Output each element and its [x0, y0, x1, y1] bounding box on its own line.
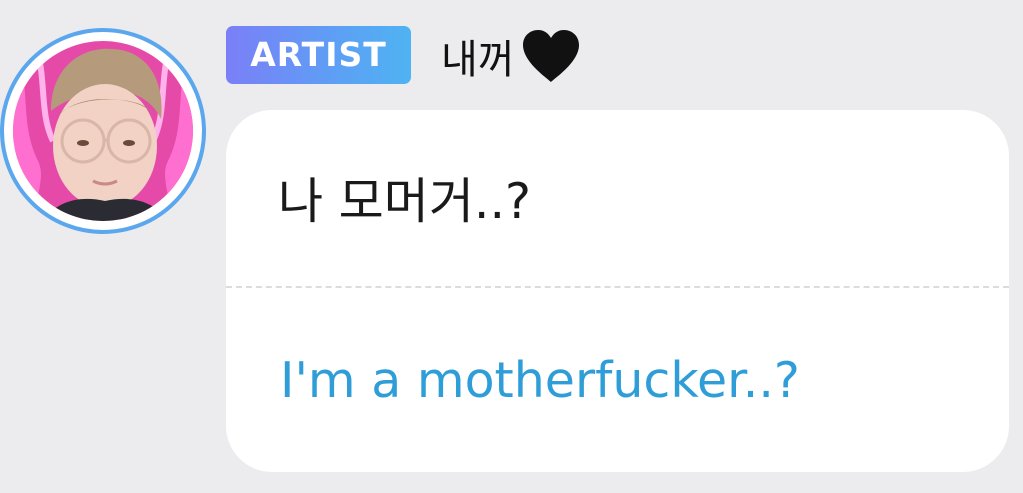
artist-badge: ARTIST	[226, 26, 411, 84]
avatar	[13, 41, 193, 221]
original-message: 나 모머거..?	[278, 173, 532, 230]
nickname: 내꺼	[441, 37, 515, 83]
avatar-ring[interactable]	[0, 28, 206, 234]
black-heart-icon	[519, 28, 583, 84]
translation-divider	[226, 286, 1009, 288]
message-bubble[interactable]: 나 모머거..? I'm a motherfucker..?	[226, 110, 1009, 472]
translated-message: I'm a motherfucker..?	[280, 352, 800, 409]
nickname-row: 내꺼	[441, 27, 583, 85]
